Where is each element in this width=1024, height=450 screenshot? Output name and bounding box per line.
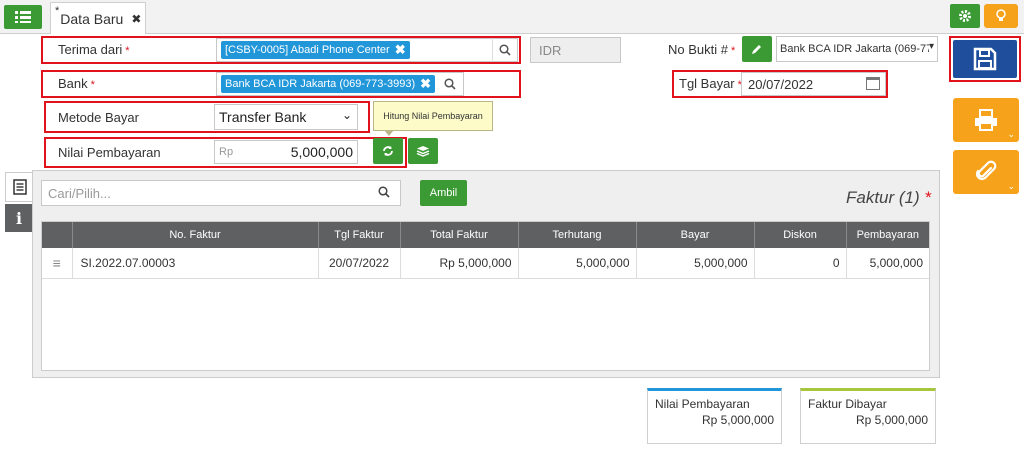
lightbulb-icon	[996, 9, 1006, 21]
floppy-disk-icon	[973, 47, 997, 71]
remove-tag-icon[interactable]: ✖	[420, 75, 431, 93]
print-button[interactable]: ⌄	[953, 98, 1019, 142]
calendar-icon[interactable]	[866, 77, 880, 90]
chevron-down-icon: ⌄	[1007, 181, 1015, 191]
bank-input[interactable]: Bank BCA IDR Jakarta (069-773-3993) ✖	[216, 72, 464, 96]
tab-close-icon[interactable]: ✖	[131, 12, 141, 26]
metode-bayar-select[interactable]: Transfer Bank ⌄	[214, 104, 358, 130]
tooltip-hitung: Hitung Nilai Pembayaran	[373, 101, 493, 131]
nilai-pembayaran-value: 5,000,000	[290, 144, 353, 160]
metode-bayar-label: Metode Bayar	[58, 110, 139, 125]
faktur-title: Faktur (1) *	[846, 188, 932, 207]
search-input[interactable]: Cari/Pilih...	[41, 180, 401, 206]
terima-dari-label: Terima dari *	[58, 42, 130, 57]
cell-pembayaran: 5,000,000	[846, 248, 929, 279]
summary-faktur-dibayar: Faktur Dibayar Rp 5,000,000	[800, 388, 936, 444]
currency-prefix: Rp	[219, 146, 234, 158]
chevron-down-icon: ⌄	[341, 108, 352, 122]
edit-no-bukti-button[interactable]	[742, 36, 772, 62]
summary-nilai-value: Rp 5,000,000	[701, 413, 774, 427]
layers-button[interactable]	[408, 138, 438, 164]
table-header-row: No. Faktur Tgl Faktur Total Faktur Terhu…	[42, 222, 929, 248]
search-icon[interactable]	[492, 38, 516, 62]
tgl-bayar-value: 20/07/2022	[748, 76, 814, 92]
search-placeholder: Cari/Pilih...	[48, 185, 111, 201]
metode-bayar-value: Transfer Bank	[219, 109, 307, 125]
terima-dari-input[interactable]: [CSBY-0005] Abadi Phone Center ✖	[216, 38, 518, 62]
top-bar	[0, 0, 1024, 34]
column-header[interactable]: Total Faktur	[400, 222, 519, 248]
nilai-pembayaran-input[interactable]: Rp 5,000,000	[214, 140, 358, 164]
no-bukti-label: No Bukti # *	[668, 42, 736, 57]
paperclip-icon	[975, 160, 997, 181]
column-header[interactable]: Pembayaran	[846, 222, 929, 248]
document-list-icon	[12, 179, 27, 195]
list-icon	[15, 11, 31, 23]
tab-modified-marker: *	[55, 5, 60, 17]
cell-no-faktur: SI.2022.07.00003	[72, 248, 319, 279]
refresh-icon	[383, 146, 393, 156]
chevron-down-icon: ▾	[928, 41, 934, 52]
search-icon[interactable]	[438, 72, 462, 96]
summary-nilai-label: Nilai Pembayaran	[655, 397, 750, 411]
customer-tag: [CSBY-0005] Abadi Phone Center ✖	[221, 41, 410, 59]
column-header[interactable]: No. Faktur	[72, 222, 319, 248]
faktur-table-wrap: No. Faktur Tgl Faktur Total Faktur Terhu…	[41, 221, 930, 371]
table-row[interactable]: ≡ SI.2022.07.00003 20/07/2022 Rp 5,000,0…	[42, 248, 929, 279]
row-drag-handle[interactable]: ≡	[42, 248, 73, 279]
save-button[interactable]	[953, 40, 1017, 78]
search-icon[interactable]	[378, 186, 390, 201]
side-tab-info[interactable]: i	[5, 204, 33, 232]
column-handle	[42, 222, 73, 248]
cell-bayar[interactable]: 5,000,000	[636, 248, 755, 279]
no-bukti-value: Bank BCA IDR Jakarta (069-77	[780, 43, 933, 55]
chevron-down-icon: ⌄	[1007, 129, 1015, 139]
column-header[interactable]: Terhutang	[518, 222, 637, 248]
tgl-bayar-input[interactable]: 20/07/2022	[741, 72, 886, 96]
remove-tag-icon[interactable]: ✖	[395, 41, 406, 59]
column-header[interactable]: Bayar	[636, 222, 755, 248]
gear-icon	[959, 10, 971, 22]
tab-title: Data Baru	[60, 10, 124, 27]
bank-label: Bank *	[58, 76, 95, 91]
tooltip-arrow	[384, 130, 394, 136]
attachment-button[interactable]: ⌄	[953, 150, 1019, 194]
menu-list-button[interactable]	[4, 5, 42, 29]
recalculate-button[interactable]	[373, 138, 403, 164]
cell-terhutang: 5,000,000	[518, 248, 637, 279]
printer-icon	[975, 109, 997, 131]
summary-nilai-pembayaran: Nilai Pembayaran Rp 5,000,000	[647, 388, 782, 444]
faktur-table: No. Faktur Tgl Faktur Total Faktur Terhu…	[42, 222, 929, 279]
summary-faktur-label: Faktur Dibayar	[808, 397, 887, 411]
summary-faktur-value: Rp 5,000,000	[855, 413, 928, 427]
cell-diskon[interactable]: 0	[754, 248, 847, 279]
info-icon: i	[15, 208, 23, 228]
cell-tgl-faktur: 20/07/2022	[318, 248, 401, 279]
tgl-bayar-label: Tgl Bayar *	[679, 76, 742, 91]
bank-tag: Bank BCA IDR Jakarta (069-773-3993) ✖	[221, 75, 436, 93]
tab-data-baru[interactable]: * Data Baru ✖	[50, 2, 146, 34]
nilai-pembayaran-label: Nilai Pembayaran	[58, 145, 161, 160]
cell-total-faktur: Rp 5,000,000	[400, 248, 519, 279]
side-tab-list[interactable]	[5, 172, 33, 202]
pencil-icon	[752, 45, 761, 54]
settings-button[interactable]	[950, 4, 980, 28]
column-header[interactable]: Tgl Faktur	[318, 222, 401, 248]
column-header[interactable]: Diskon	[754, 222, 847, 248]
currency-field: IDR	[530, 37, 621, 63]
layers-icon	[416, 146, 430, 157]
no-bukti-select[interactable]: Bank BCA IDR Jakarta (069-77 ▾	[776, 36, 938, 62]
tips-button[interactable]	[984, 4, 1018, 28]
ambil-button[interactable]: Ambil	[420, 180, 467, 206]
